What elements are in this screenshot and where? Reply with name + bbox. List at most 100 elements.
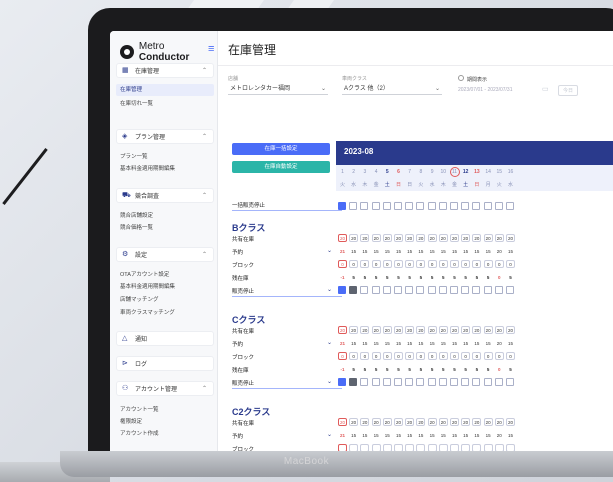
block-input[interactable]: 0 bbox=[483, 352, 493, 360]
sales-stop-checkbox[interactable] bbox=[461, 378, 470, 386]
sidebar-subitem[interactable]: 競合店舗設定 bbox=[120, 211, 153, 219]
bulk-stop-checkbox[interactable] bbox=[461, 202, 470, 210]
block-input[interactable]: 0 bbox=[461, 352, 471, 360]
block-input[interactable]: 0 bbox=[338, 352, 347, 360]
class-select[interactable]: Aクラス 他（2） ⌄ bbox=[342, 83, 442, 95]
block-input[interactable]: 0 bbox=[438, 260, 448, 268]
shared-stock-input[interactable]: 20 bbox=[394, 418, 403, 426]
shared-stock-input[interactable]: 20 bbox=[494, 234, 504, 242]
chevron-down-icon[interactable]: ⌄ bbox=[327, 247, 332, 254]
block-input[interactable]: 0 bbox=[416, 260, 426, 268]
sales-stop-checkbox[interactable] bbox=[382, 378, 391, 386]
sales-stop-checkbox[interactable] bbox=[349, 286, 358, 294]
auto-inventory-button[interactable]: 在庫自動設定 bbox=[232, 161, 330, 173]
block-input[interactable]: 0 bbox=[394, 352, 403, 360]
sales-stop-checkbox[interactable] bbox=[472, 378, 481, 386]
sidebar-subitem[interactable]: 権限設定 bbox=[120, 417, 142, 425]
sales-stop-checkbox[interactable] bbox=[427, 378, 436, 386]
block-input[interactable] bbox=[360, 444, 370, 451]
shared-stock-input[interactable]: 20 bbox=[438, 418, 448, 426]
shared-stock-input[interactable]: 20 bbox=[371, 326, 381, 334]
shared-stock-input[interactable]: 20 bbox=[360, 418, 370, 426]
shared-stock-input[interactable]: 20 bbox=[416, 418, 426, 426]
shared-stock-input[interactable]: 20 bbox=[506, 234, 515, 242]
sales-stop-checkbox[interactable] bbox=[382, 286, 391, 294]
shared-stock-input[interactable]: 20 bbox=[483, 326, 493, 334]
block-input[interactable] bbox=[472, 444, 482, 451]
bulk-stop-checkbox[interactable] bbox=[371, 202, 380, 210]
shared-stock-input[interactable]: 20 bbox=[349, 234, 359, 242]
sales-stop-checkbox[interactable] bbox=[349, 378, 358, 386]
block-input[interactable]: 0 bbox=[472, 352, 482, 360]
sidebar-subitem[interactable]: アカウント一覧 bbox=[120, 405, 159, 413]
bulk-stop-checkbox[interactable] bbox=[506, 202, 514, 210]
sales-stop-checkbox[interactable] bbox=[461, 286, 470, 294]
shared-stock-input[interactable]: 20 bbox=[450, 418, 459, 426]
block-input[interactable]: 0 bbox=[382, 260, 392, 268]
block-input[interactable]: 0 bbox=[338, 260, 347, 268]
sidebar-subitem[interactable]: 在庫切れ一覧 bbox=[120, 99, 153, 107]
block-input[interactable]: 0 bbox=[371, 352, 381, 360]
sales-stop-checkbox[interactable] bbox=[483, 286, 492, 294]
sales-stop-checkbox[interactable] bbox=[405, 286, 414, 294]
shared-stock-input[interactable]: 20 bbox=[405, 326, 415, 334]
sales-stop-checkbox[interactable] bbox=[360, 286, 369, 294]
block-input[interactable] bbox=[338, 444, 347, 451]
today-button[interactable]: 今日 bbox=[558, 85, 579, 96]
sales-stop-checkbox[interactable] bbox=[506, 378, 514, 386]
shared-stock-input[interactable]: 20 bbox=[461, 234, 471, 242]
block-input[interactable] bbox=[461, 444, 471, 451]
sales-stop-checkbox[interactable] bbox=[494, 378, 503, 386]
sales-stop-checkbox[interactable] bbox=[427, 286, 436, 294]
shared-stock-input[interactable]: 20 bbox=[338, 326, 347, 334]
shared-stock-input[interactable]: 20 bbox=[494, 326, 504, 334]
shared-stock-input[interactable]: 20 bbox=[438, 234, 448, 242]
sales-stop-checkbox[interactable] bbox=[394, 378, 402, 386]
block-input[interactable]: 0 bbox=[371, 260, 381, 268]
store-select[interactable]: メトロレンタカー福岡 ⌄ bbox=[228, 83, 328, 95]
bulk-stop-checkbox[interactable] bbox=[338, 202, 346, 210]
sales-stop-checkbox[interactable] bbox=[416, 286, 425, 294]
shared-stock-input[interactable]: 20 bbox=[461, 418, 471, 426]
shared-stock-input[interactable]: 20 bbox=[338, 418, 347, 426]
shared-stock-input[interactable]: 20 bbox=[472, 418, 482, 426]
block-input[interactable]: 0 bbox=[506, 352, 515, 360]
bulk-stop-checkbox[interactable] bbox=[427, 202, 436, 210]
sidebar-subitem[interactable]: 競合価格一覧 bbox=[120, 223, 153, 231]
block-input[interactable]: 0 bbox=[494, 260, 504, 268]
block-input[interactable]: 0 bbox=[360, 352, 370, 360]
block-input[interactable] bbox=[438, 444, 448, 451]
block-input[interactable]: 0 bbox=[405, 352, 415, 360]
shared-stock-input[interactable]: 20 bbox=[472, 326, 482, 334]
block-input[interactable] bbox=[416, 444, 426, 451]
block-input[interactable]: 0 bbox=[427, 260, 437, 268]
sidebar-subitem[interactable]: プラン一覧 bbox=[120, 152, 148, 160]
shared-stock-input[interactable]: 20 bbox=[360, 234, 370, 242]
sales-stop-checkbox[interactable] bbox=[494, 286, 503, 294]
shared-stock-input[interactable]: 20 bbox=[427, 418, 437, 426]
sales-stop-checkbox[interactable] bbox=[371, 286, 380, 294]
bulk-stop-checkbox[interactable] bbox=[450, 202, 458, 210]
block-input[interactable]: 0 bbox=[450, 352, 459, 360]
shared-stock-input[interactable]: 20 bbox=[371, 234, 381, 242]
bulk-stop-checkbox[interactable] bbox=[405, 202, 414, 210]
block-input[interactable] bbox=[506, 444, 515, 451]
sales-stop-checkbox[interactable] bbox=[416, 378, 425, 386]
shared-stock-input[interactable]: 20 bbox=[382, 418, 392, 426]
bulk-stop-checkbox[interactable] bbox=[349, 202, 358, 210]
sales-stop-checkbox[interactable] bbox=[438, 378, 447, 386]
bulk-stop-checkbox[interactable] bbox=[416, 202, 425, 210]
bulk-inventory-button[interactable]: 在庫一括設定 bbox=[232, 143, 330, 155]
block-input[interactable] bbox=[494, 444, 504, 451]
sales-stop-checkbox[interactable] bbox=[338, 286, 346, 294]
bulk-stop-checkbox[interactable] bbox=[483, 202, 492, 210]
sales-stop-checkbox[interactable] bbox=[483, 378, 492, 386]
period-range[interactable]: 2023/07/01 - 2023/07/31 bbox=[458, 87, 513, 93]
shared-stock-input[interactable]: 20 bbox=[338, 234, 347, 242]
shared-stock-input[interactable]: 20 bbox=[405, 234, 415, 242]
shared-stock-input[interactable]: 20 bbox=[438, 326, 448, 334]
sales-stop-checkbox[interactable] bbox=[338, 378, 346, 386]
shared-stock-input[interactable]: 20 bbox=[472, 234, 482, 242]
sidebar-subitem[interactable]: OTAアカウント設定 bbox=[120, 270, 169, 278]
block-input[interactable]: 0 bbox=[349, 260, 359, 268]
